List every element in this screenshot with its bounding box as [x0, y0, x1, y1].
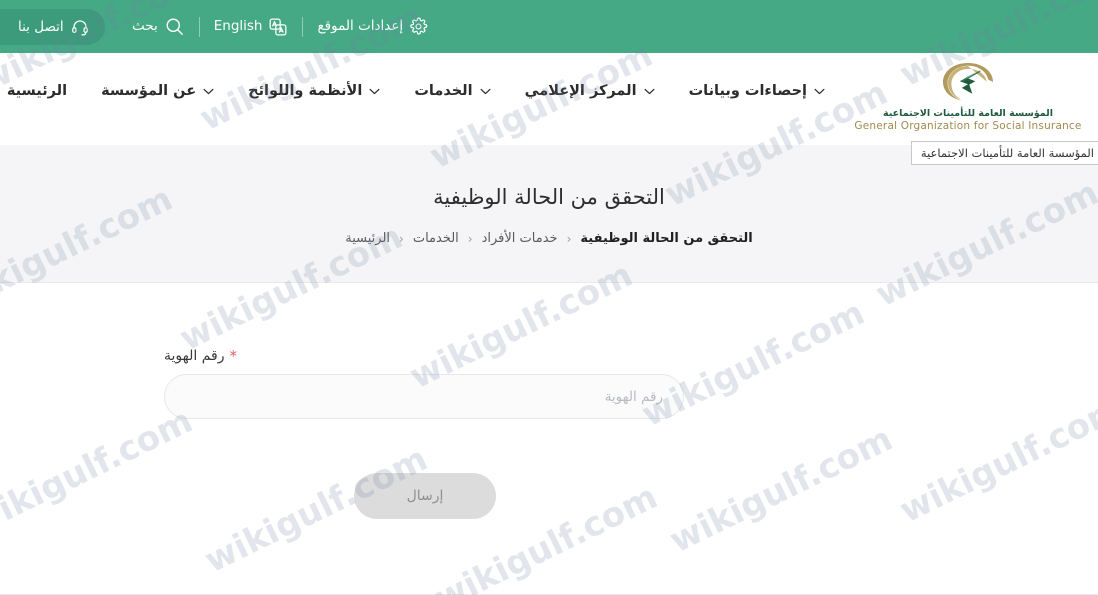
top-utility-bar: اتصل بنا إعدادات الموقع English بحث — [0, 0, 1098, 53]
brand-tooltip: المؤسسة العامة للتأمينات الاجتماعية — [910, 141, 1098, 165]
breadcrumb-separator: ‹ — [399, 231, 404, 246]
id-number-input[interactable] — [164, 374, 684, 419]
chevron-down-icon — [369, 83, 380, 99]
top-utility-group: إعدادات الموقع English بحث — [118, 0, 442, 53]
chevron-down-icon — [203, 83, 214, 99]
breadcrumb-item-services[interactable]: الخدمات — [413, 231, 459, 246]
nav-item-services[interactable]: الخدمات — [397, 83, 507, 99]
site-settings-label: إعدادات الموقع — [317, 17, 404, 34]
search-label: بحث — [132, 17, 158, 34]
gear-icon — [409, 17, 428, 36]
gosi-logo-icon — [935, 57, 1001, 107]
chevron-down-icon — [644, 83, 655, 99]
nav-item-label: الأنظمة واللوائح — [248, 83, 363, 99]
id-number-label-row: رقم الهوية * — [164, 348, 684, 364]
nav-item-label: الرئيسية — [6, 83, 68, 99]
site-settings-button[interactable]: إعدادات الموقع — [303, 17, 442, 36]
chevron-down-icon — [480, 83, 491, 99]
search-icon — [164, 16, 185, 37]
nav-item-regulations[interactable]: الأنظمة واللوائح — [231, 83, 397, 99]
search-button[interactable]: بحث — [118, 16, 199, 37]
nav-item-label: المركز الإعلامي — [524, 83, 637, 99]
employment-status-form: رقم الهوية * إرسال — [0, 283, 1098, 595]
submit-button[interactable]: إرسال — [354, 473, 496, 519]
language-toggle-button[interactable]: English — [200, 17, 303, 37]
id-number-field-group: رقم الهوية * — [164, 348, 684, 419]
language-toggle-label: English — [213, 17, 263, 34]
contact-us-button[interactable]: اتصل بنا — [0, 9, 105, 45]
headset-icon — [71, 18, 89, 36]
page-root: اتصل بنا إعدادات الموقع English بحث المؤ… — [0, 0, 1098, 595]
page-banner: التحقق من الحالة الوظيفية التحقق من الحا… — [0, 145, 1098, 283]
id-number-label: رقم الهوية — [164, 348, 225, 364]
utility-divider-2 — [198, 16, 200, 37]
breadcrumb-item-home[interactable]: الرئيسية — [345, 231, 390, 246]
nav-item-label: الخدمات — [414, 83, 473, 99]
breadcrumb-item-individual-services[interactable]: خدمات الأفراد — [482, 231, 558, 246]
contact-us-label: اتصل بنا — [18, 19, 64, 35]
breadcrumb-separator: ‹ — [467, 231, 473, 246]
nav-item-media-center[interactable]: المركز الإعلامي — [508, 83, 672, 99]
brand-arabic-name: المؤسسة العامة للتأمينات الاجتماعية — [883, 108, 1053, 119]
nav-item-label: عن المؤسسة — [101, 83, 197, 99]
nav-item-statistics[interactable]: إحصاءات وبيانات — [672, 83, 842, 99]
nav-item-label: إحصاءات وبيانات — [688, 83, 807, 99]
utility-divider-1 — [302, 16, 304, 37]
nav-item-about[interactable]: عن المؤسسة — [84, 83, 231, 99]
brand-english-name: General Organization for Social Insuranc… — [854, 120, 1082, 132]
nav-item-home[interactable]: الرئيسية — [0, 83, 84, 99]
breadcrumb-separator: ‹ — [566, 231, 572, 246]
breadcrumb-item-current: التحقق من الحالة الوظيفية — [580, 231, 753, 246]
required-asterisk: * — [229, 346, 237, 365]
translate-icon — [268, 17, 288, 37]
primary-nav-list: إحصاءات وبيانات المركز الإعلامي الخدمات … — [0, 83, 842, 99]
breadcrumb: التحقق من الحالة الوظيفية ‹ خدمات الأفرا… — [0, 231, 1098, 246]
page-title: التحقق من الحالة الوظيفية — [433, 185, 665, 209]
gosi-brand-logo[interactable]: المؤسسة العامة للتأمينات الاجتماعية Gene… — [854, 57, 1081, 132]
main-navigation-bar: المؤسسة العامة للتأمينات الاجتماعية Gene… — [0, 53, 1098, 165]
chevron-down-icon — [814, 83, 825, 99]
